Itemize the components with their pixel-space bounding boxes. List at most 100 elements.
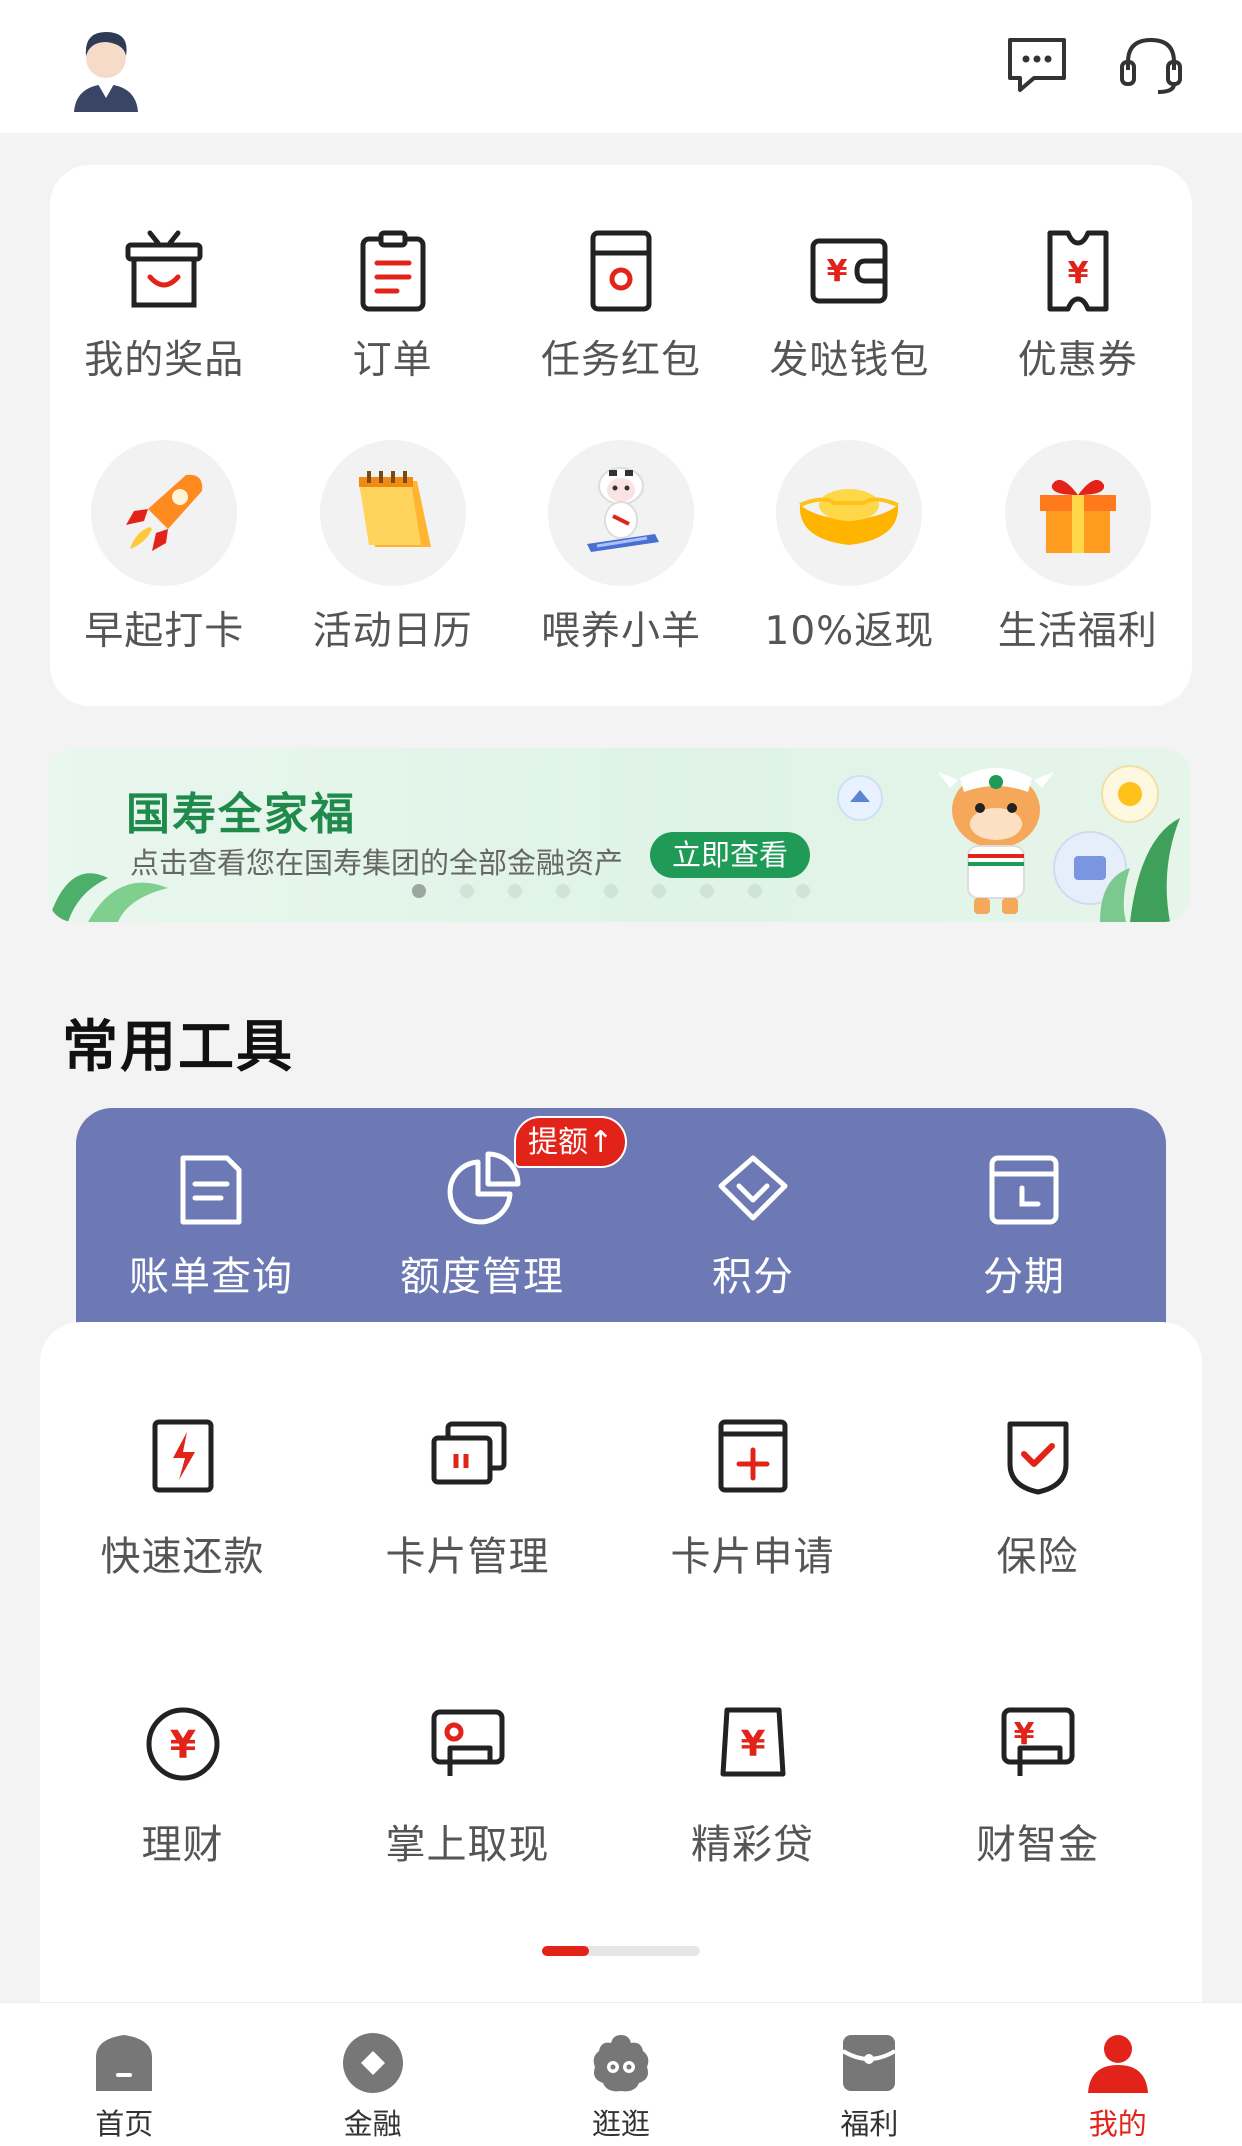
tool-label: 理财 xyxy=(141,1822,224,1868)
quick-item-label: 10%返现 xyxy=(764,609,935,654)
chat-message-icon[interactable] xyxy=(1004,32,1070,96)
clipboard-icon xyxy=(360,230,426,312)
svg-text:¥: ¥ xyxy=(169,1723,195,1767)
nav-tab-label: 我的 xyxy=(1088,2107,1147,2141)
tool-label: 保险 xyxy=(996,1534,1079,1580)
pagination-dot[interactable] xyxy=(556,884,570,898)
nav-tab-welfare[interactable]: 福利 xyxy=(745,2003,993,2146)
quick-item-task-redpacket[interactable]: 任务红包 xyxy=(507,227,735,385)
banner-pagination-dots xyxy=(412,884,810,898)
tools-grid-row-2: ¥ 理财 掌上取现 ¥ 精彩贷 ¥ 财智金 xyxy=(40,1702,1202,1870)
quick-item-orders[interactable]: 订单 xyxy=(278,227,506,385)
pagination-dot[interactable] xyxy=(508,884,522,898)
installment-icon xyxy=(989,1155,1059,1225)
banner-title: 国寿全家福 xyxy=(126,789,356,840)
quick-access-card: 我的奖品 订单 任务红包 ¥ 发哒钱包 ¥ 优惠券 早起打卡 活动日历 喂养小羊… xyxy=(50,165,1192,706)
scroll-indicator-thumb xyxy=(542,1946,590,1956)
tool-installment[interactable]: 分期 xyxy=(924,1150,1124,1302)
tool-label: 积分 xyxy=(712,1254,794,1300)
pagination-dot[interactable] xyxy=(604,884,618,898)
tool-card-management[interactable]: 卡片管理 xyxy=(325,1414,610,1582)
sheep-icon xyxy=(586,467,659,552)
bill-icon xyxy=(180,1155,242,1225)
quick-item-feed-sheep[interactable]: 喂养小羊 xyxy=(507,440,735,656)
welfare-icon xyxy=(842,2035,897,2091)
red-envelope-icon xyxy=(590,230,652,312)
headset-icon[interactable] xyxy=(1118,32,1184,96)
tool-label: 卡片管理 xyxy=(385,1534,550,1580)
quick-item-cashback[interactable]: 10%返现 xyxy=(735,440,963,656)
cards-icon xyxy=(431,1421,506,1485)
tool-label: 财智金 xyxy=(976,1822,1099,1868)
tools-scroll-indicator xyxy=(542,1946,700,1956)
quick-item-label: 生活福利 xyxy=(997,609,1158,654)
lightning-card-icon xyxy=(152,1419,213,1493)
quick-access-row-2: 早起打卡 活动日历 喂养小羊 10%返现 生活福利 xyxy=(50,440,1192,656)
tool-wisdom-fund[interactable]: ¥ 财智金 xyxy=(895,1702,1180,1870)
yuan-circle-icon: ¥ xyxy=(146,1707,219,1781)
quick-item-activity-calendar[interactable]: 活动日历 xyxy=(278,440,506,656)
pagination-dot[interactable] xyxy=(700,884,714,898)
coupon-icon: ¥ xyxy=(1047,230,1109,312)
pie-chart-icon xyxy=(447,1151,521,1225)
quick-item-label: 任务红包 xyxy=(540,338,701,383)
quick-access-row-1: 我的奖品 订单 任务红包 ¥ 发哒钱包 ¥ 优惠券 xyxy=(50,227,1192,385)
calendar-icon xyxy=(358,471,431,547)
tool-insurance[interactable]: 保险 xyxy=(895,1414,1180,1582)
nav-tab-explore[interactable]: 逛逛 xyxy=(497,2003,745,2146)
home-icon xyxy=(96,2035,153,2091)
rocket-icon xyxy=(126,474,203,551)
quick-item-prizes[interactable]: 我的奖品 xyxy=(50,227,278,385)
shield-check-icon xyxy=(1007,1421,1068,1495)
banner-cta-button[interactable]: 立即查看 xyxy=(650,832,811,878)
quick-item-label: 活动日历 xyxy=(312,609,473,654)
mascot-illustration xyxy=(837,765,1180,922)
quick-item-label: 早起打卡 xyxy=(84,609,245,654)
tool-bill-inquiry[interactable]: 账单查询 xyxy=(111,1150,311,1302)
quick-item-label: 我的奖品 xyxy=(84,338,245,383)
nav-tab-finance[interactable]: 金融 xyxy=(248,2003,496,2146)
tool-label: 账单查询 xyxy=(129,1254,293,1300)
pagination-dot[interactable] xyxy=(460,884,474,898)
quick-item-label: 优惠券 xyxy=(1017,338,1138,383)
tool-cash-withdraw[interactable]: 掌上取现 xyxy=(325,1702,610,1870)
pagination-dot[interactable] xyxy=(652,884,666,898)
tool-card-apply[interactable]: 卡片申请 xyxy=(610,1414,895,1582)
tool-quick-repay[interactable]: 快速还款 xyxy=(40,1414,325,1582)
tool-label: 卡片申请 xyxy=(670,1534,835,1580)
pagination-dot[interactable] xyxy=(748,884,762,898)
cash-withdraw-icon xyxy=(431,1709,504,1776)
card-add-icon xyxy=(718,1419,787,1493)
promo-banner[interactable]: 国寿全家福 点击查看您在国寿集团的全部金融资产 立即查看 xyxy=(48,748,1190,922)
quick-item-early-checkin[interactable]: 早起打卡 xyxy=(50,440,278,656)
quick-item-wallet[interactable]: ¥ 发哒钱包 xyxy=(735,227,963,385)
profile-icon xyxy=(1087,2035,1148,2093)
tool-loan[interactable]: ¥ 精彩贷 xyxy=(610,1702,895,1870)
pagination-dot[interactable] xyxy=(412,884,426,898)
tool-credit-limit[interactable]: 额度管理 xyxy=(382,1150,582,1302)
tool-label: 精彩贷 xyxy=(691,1822,814,1868)
section-title-tools: 常用工具 xyxy=(62,1015,294,1080)
explore-icon xyxy=(593,2035,649,2092)
tool-label: 掌上取现 xyxy=(385,1822,550,1868)
bottom-nav: 首页 金融 逛逛 福利 我的 xyxy=(0,2002,1242,2146)
wallet-icon: ¥ xyxy=(810,238,888,304)
tool-label: 快速还款 xyxy=(100,1534,265,1580)
nav-tab-home[interactable]: 首页 xyxy=(0,2003,248,2146)
quick-item-coupons[interactable]: ¥ 优惠券 xyxy=(964,227,1192,385)
nav-tab-label: 首页 xyxy=(95,2107,154,2141)
quick-item-label: 发哒钱包 xyxy=(769,338,930,383)
loan-bag-icon: ¥ xyxy=(720,1707,785,1777)
tools-grid-row-1: 快速还款 卡片管理 卡片申请 保险 xyxy=(40,1414,1202,1582)
tool-wealth[interactable]: ¥ 理财 xyxy=(40,1702,325,1870)
yuan-wallet-icon: ¥ xyxy=(1001,1707,1074,1776)
tool-points[interactable]: 积分 xyxy=(653,1150,853,1302)
finance-icon xyxy=(342,2033,403,2093)
svg-text:¥: ¥ xyxy=(740,1724,765,1765)
nav-tab-mine[interactable]: 我的 xyxy=(994,2003,1242,2146)
prize-basket-icon xyxy=(125,230,203,308)
user-avatar[interactable] xyxy=(68,24,144,112)
diamond-icon xyxy=(718,1155,788,1221)
gold-ingot-icon xyxy=(799,489,900,545)
quick-item-life-benefits[interactable]: 生活福利 xyxy=(964,440,1192,656)
